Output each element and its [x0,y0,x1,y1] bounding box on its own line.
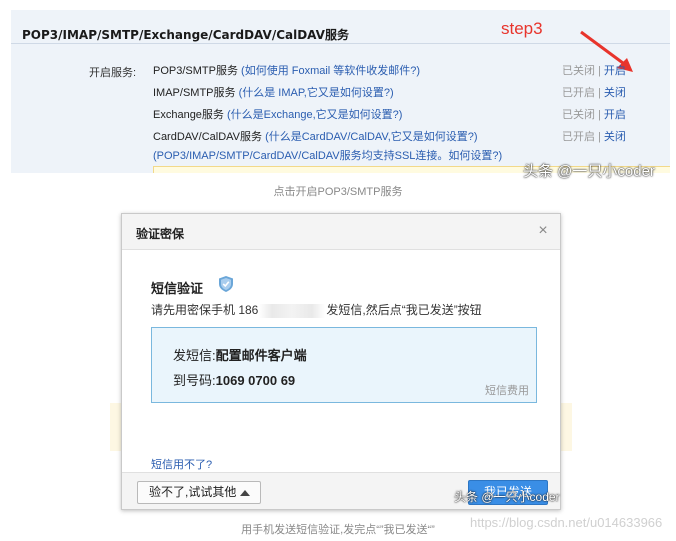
enable-exchange-link[interactable]: 开启 [604,109,626,121]
watermark: 头条 @一只小coder [523,163,655,180]
service-row-exchange: Exchange服务 (什么是Exchange,它又是如何设置?) [153,106,402,122]
try-other-button[interactable]: 验不了,试试其他 [137,481,261,504]
sms-content-line: 发短信:配置邮件客户端 [173,345,307,364]
caret-up-icon [240,490,250,496]
send-label: 发短信: [173,348,216,363]
watermark: 头条 @一只小coder [454,490,560,504]
service-help-link[interactable]: (什么是CardDAV/CalDAV,它又是如何设置?) [262,131,478,143]
sms-instruction: 请先用密保手机 186 发短信,然后点“我已发送”按钮 [151,301,482,318]
status-divider: | [598,131,601,143]
disable-imap-link[interactable]: 关闭 [604,87,626,99]
status-text: 已关闭 [562,65,595,77]
mail-settings-panel: POP3/IMAP/SMTP/Exchange/CardDAV/CalDAV服务… [11,10,670,180]
status-text: 已开启 [562,131,595,143]
close-icon[interactable]: × [534,222,552,240]
phone-number-redacted [259,303,326,318]
caption-top: 点击开启POP3/SMTP服务 [273,186,403,198]
shield-icon [219,276,233,292]
status-carddav: 已开启 | 关闭 [562,128,626,144]
instruction-suffix: 发短信,然后点“我已发送”按钮 [326,303,482,317]
service-name: POP3/SMTP服务 [153,65,238,77]
service-help-link[interactable]: (如何使用 Foxmail 等软件收发邮件?) [238,65,420,77]
service-name: IMAP/SMTP服务 [153,87,236,99]
status-exchange: 已关闭 | 开启 [562,106,626,122]
service-row-imap: IMAP/SMTP服务 (什么是 IMAP,它又是如何设置?) [153,84,394,100]
number-label: 到号码: [173,373,216,388]
service-row-pop3: POP3/SMTP服务 (如何使用 Foxmail 等软件收发邮件?) [153,62,420,78]
try-other-label: 验不了,试试其他 [149,485,237,499]
panel-title: POP3/IMAP/SMTP/Exchange/CardDAV/CalDAV服务 [22,28,349,42]
sms-verify-title: 短信验证 [151,281,204,296]
status-divider: | [598,87,601,99]
step-annotation: step3 [501,19,543,38]
dialog-title: 验证密保 [136,227,185,241]
verify-dialog: 验证密保 × 短信验证 请先用密保手机 186 发短信,然后点“我已发送”按钮 发… [121,213,561,510]
status-imap: 已开启 | 关闭 [562,84,626,100]
status-text: 已开启 [562,87,595,99]
send-content: 配置邮件客户端 [215,348,307,363]
service-label: 开启服务: [89,67,137,79]
service-help-link[interactable]: (什么是 IMAP,它又是如何设置?) [236,87,394,99]
sms-unavailable-link[interactable]: 短信用不了? [151,456,212,472]
disable-carddav-link[interactable]: 关闭 [604,131,626,143]
service-help-link[interactable]: (什么是Exchange,它又是如何设置?) [224,109,402,121]
instruction-prefix: 请先用密保手机 186 [151,303,259,317]
status-text: 已关闭 [562,109,595,121]
url-watermark: https://blog.csdn.net/u014633966 [470,515,663,530]
service-name: Exchange服务 [153,109,224,121]
status-divider: | [598,65,601,77]
service-name: CardDAV/CalDAV服务 [153,131,263,143]
sms-info-box: 发短信:配置邮件客户端 到号码:1069 0700 69 短信费用 [151,327,537,403]
service-row-carddav: CardDAV/CalDAV服务 (什么是CardDAV/CalDAV,它又是如… [153,128,478,144]
panel-header: POP3/IMAP/SMTP/Exchange/CardDAV/CalDAV服务 [11,10,670,44]
sms-number-line: 到号码:1069 0700 69 [173,370,295,389]
status-divider: | [598,109,601,121]
sms-fee-link[interactable]: 短信费用 [485,382,529,398]
status-pop3: 已关闭 | 开启 [562,62,626,78]
ssl-note-link[interactable]: (POP3/IMAP/SMTP/CardDAV/CalDAV服务均支持SSL连接… [153,147,502,163]
enable-pop3-link[interactable]: 开启 [604,65,626,77]
number-value: 1069 0700 69 [215,373,296,388]
dialog-header: 验证密保 × [122,214,560,250]
